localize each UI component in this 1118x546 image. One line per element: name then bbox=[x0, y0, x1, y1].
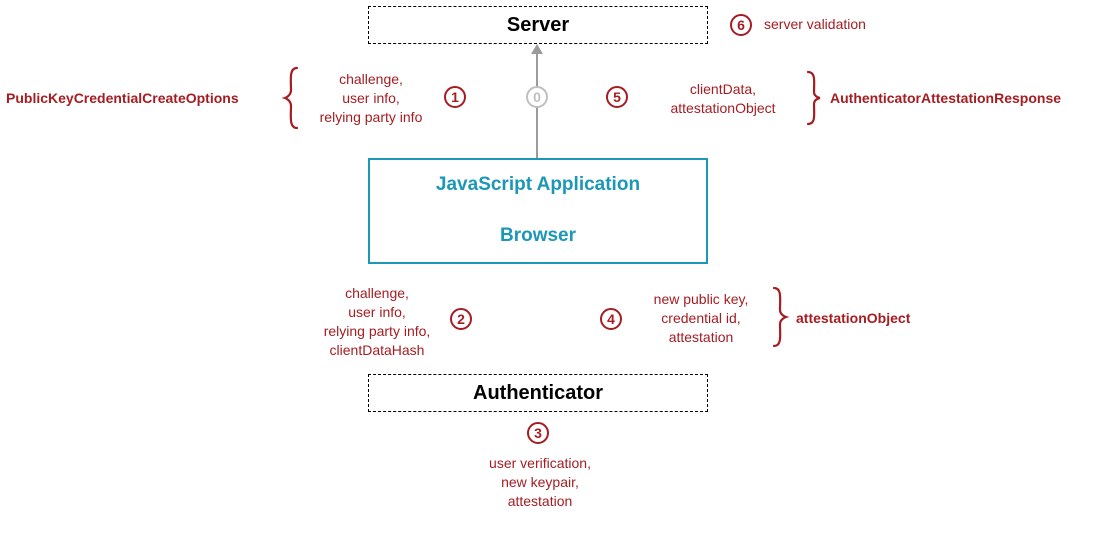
step1-list: challenge, user info, relying party info bbox=[306, 70, 436, 127]
step4-line2: credential id, bbox=[636, 309, 766, 328]
brace-left-open-icon bbox=[283, 66, 301, 130]
step-4-badge: 4 bbox=[600, 308, 622, 330]
server-label: Server bbox=[507, 14, 569, 37]
step-2-badge: 2 bbox=[450, 308, 472, 330]
step-1-number: 1 bbox=[451, 89, 459, 105]
step3-line2: new keypair, bbox=[470, 473, 610, 492]
step-4-number: 4 bbox=[607, 311, 615, 327]
step-3-number: 3 bbox=[534, 425, 542, 441]
step-5-badge: 5 bbox=[606, 86, 628, 108]
step4-list: new public key, credential id, attestati… bbox=[636, 290, 766, 347]
step3-list: user verification, new keypair, attestat… bbox=[470, 454, 610, 511]
js-app-label: JavaScript Application bbox=[436, 174, 640, 196]
step1-line2: user info, bbox=[306, 89, 436, 108]
step3-line1: user verification, bbox=[470, 454, 610, 473]
step-6-number: 6 bbox=[737, 17, 745, 33]
browser-box: Browser bbox=[368, 210, 708, 264]
step-6-badge: 6 bbox=[730, 14, 752, 36]
step4-line3: attestation bbox=[636, 328, 766, 347]
step2-line2: user info, bbox=[312, 303, 442, 322]
pkcco-label: PublicKeyCredentialCreateOptions bbox=[6, 90, 239, 106]
step-0-number: 0 bbox=[533, 89, 541, 105]
authenticator-box: Authenticator bbox=[368, 374, 708, 412]
browser-label: Browser bbox=[500, 225, 576, 247]
step2-line3: relying party info, bbox=[312, 322, 442, 341]
step-3-badge: 3 bbox=[527, 422, 549, 444]
step1-line1: challenge, bbox=[306, 70, 436, 89]
step-5-number: 5 bbox=[613, 89, 621, 105]
step3-line3: attestation bbox=[470, 492, 610, 511]
step4-line1: new public key, bbox=[636, 290, 766, 309]
server-validation-caption: server validation bbox=[764, 16, 866, 32]
step-2-number: 2 bbox=[457, 311, 465, 327]
step2-line1: challenge, bbox=[312, 284, 442, 303]
step5-line1: clientData, bbox=[648, 80, 798, 99]
step5-list: clientData, attestationObject bbox=[648, 80, 798, 118]
step1-line3: relying party info bbox=[306, 108, 436, 127]
step2-list: challenge, user info, relying party info… bbox=[312, 284, 442, 360]
aar-label: AuthenticatorAttestationResponse bbox=[830, 90, 1061, 106]
step5-line2: attestationObject bbox=[648, 99, 798, 118]
brace-right-close-2-icon bbox=[770, 286, 788, 348]
attestation-object-label: attestationObject bbox=[796, 310, 910, 326]
step2-line4: clientDataHash bbox=[312, 341, 442, 360]
brace-right-close-icon bbox=[804, 70, 822, 126]
step-1-badge: 1 bbox=[444, 86, 466, 108]
arrow-head-icon bbox=[531, 44, 543, 54]
step-0-badge: 0 bbox=[526, 86, 548, 108]
authenticator-label: Authenticator bbox=[473, 382, 603, 405]
js-app-box: JavaScript Application bbox=[368, 158, 708, 212]
server-box: Server bbox=[368, 6, 708, 44]
